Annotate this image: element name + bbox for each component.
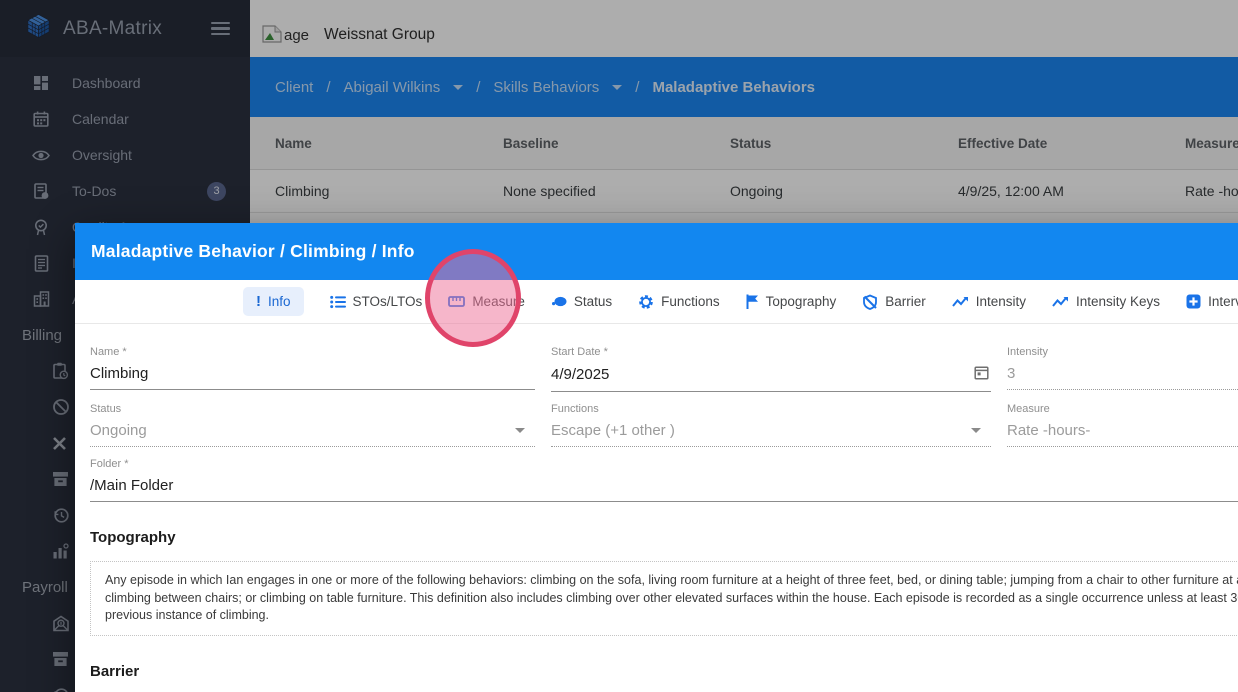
tab-functions[interactable]: Functions <box>638 294 720 310</box>
tab-label: Info <box>268 294 291 309</box>
tab-status[interactable]: Status <box>551 294 612 309</box>
behavior-info-modal: Maladaptive Behavior / Climbing / Info !… <box>75 223 1238 692</box>
topography-text-line: Any episode in which Ian engages in one … <box>105 573 1238 587</box>
tab-info[interactable]: ! Info <box>243 287 304 316</box>
field-label: Folder * <box>90 458 129 470</box>
flag-icon <box>746 294 759 309</box>
field-label: Functions <box>551 403 599 415</box>
folder-field[interactable]: Folder * /Main Folder <box>90 458 1238 502</box>
barrier-heading: Barrier <box>90 662 140 680</box>
topography-textarea: Any episode in which Ian engages in one … <box>90 561 1238 636</box>
tab-label: Barrier <box>885 294 926 309</box>
intensity-field: Intensity 3 <box>1007 346 1238 392</box>
field-label: Name * <box>90 346 127 358</box>
tab-intensity-keys[interactable]: Intensity Keys <box>1052 294 1160 309</box>
field-label: Measure <box>1007 403 1050 415</box>
tab-intensity[interactable]: Intensity <box>951 294 1027 309</box>
modal-title-bar: Maladaptive Behavior / Climbing / Info <box>75 223 1238 280</box>
intensity-value: 3 <box>1007 365 1016 382</box>
folder-input[interactable]: /Main Folder <box>90 477 173 494</box>
app-screen: ABA-Matrix Dashboard Calendar Oversight … <box>0 0 1238 692</box>
trend-icon <box>951 296 969 308</box>
field-label: Status <box>90 403 122 415</box>
tab-label: Functions <box>661 294 720 309</box>
tab-label: Topography <box>765 294 837 309</box>
tab-interventions[interactable]: Interventions <box>1186 294 1238 309</box>
measure-value: Rate -hours- <box>1007 422 1091 439</box>
tab-barrier[interactable]: Barrier <box>862 294 926 310</box>
functions-value: Escape (+1 other ) <box>551 422 675 439</box>
ruler-icon <box>448 295 466 308</box>
tab-topography[interactable]: Topography <box>746 294 837 309</box>
gear-icon <box>638 294 654 310</box>
list-icon <box>329 295 346 309</box>
modal-title: Maladaptive Behavior / Climbing / Info <box>91 241 415 261</box>
field-label: Intensity <box>1007 346 1048 358</box>
barrier-icon <box>862 294 878 310</box>
modal-tab-bar: ! Info STOs/LTOs Measure Status Function… <box>75 280 1238 324</box>
tab-label: Interventions <box>1208 294 1238 309</box>
exclamation-icon: ! <box>256 292 261 310</box>
tab-label: Status <box>573 294 613 309</box>
tab-label: Measure <box>472 294 525 309</box>
tab-label: Intensity <box>975 294 1027 309</box>
start-date-field[interactable]: Start Date * 4/9/2025 <box>551 346 991 392</box>
topography-text-line: climbing between chairs; or climbing on … <box>105 590 1238 605</box>
tab-measure[interactable]: Measure <box>448 294 525 309</box>
field-label: Start Date * <box>551 346 608 358</box>
calendar-picker-icon[interactable] <box>974 365 989 384</box>
name-input[interactable]: Climbing <box>90 365 148 382</box>
dropdown-caret-icon <box>515 428 525 433</box>
field-grid: Name * Climbing Start Date * 4/9/2025 In… <box>90 346 1238 447</box>
dropdown-caret-icon <box>971 428 981 433</box>
functions-field: Functions Escape (+1 other ) <box>551 403 991 447</box>
name-field[interactable]: Name * Climbing <box>90 346 535 392</box>
status-dot-icon <box>551 296 567 307</box>
status-field: Status Ongoing <box>90 403 535 447</box>
measure-field: Measure Rate -hours- <box>1007 403 1238 447</box>
start-date-input[interactable]: 4/9/2025 <box>551 366 609 383</box>
tab-label: STOs/LTOs <box>352 294 423 309</box>
trend-icon <box>1052 296 1069 308</box>
modal-content: Name * Climbing Start Date * 4/9/2025 In… <box>75 324 1238 692</box>
tab-label: Intensity Keys <box>1076 294 1161 309</box>
status-value: Ongoing <box>90 422 147 439</box>
topography-text-line: previous instance of climbing. <box>105 608 269 622</box>
topography-heading: Topography <box>90 529 176 546</box>
plus-square-icon <box>1186 294 1201 309</box>
tab-stos-ltos[interactable]: STOs/LTOs <box>329 294 423 309</box>
